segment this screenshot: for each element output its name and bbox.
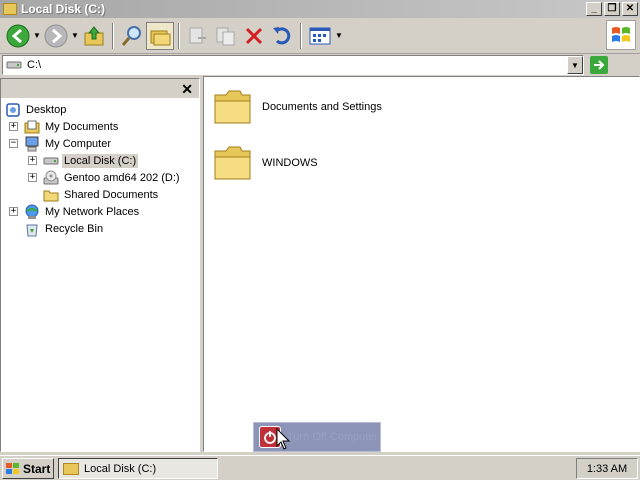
tree-item-local-disk-c[interactable]: + Local Disk (C:) [28,152,139,169]
search-icon [121,25,141,46]
folder-up-icon [84,25,104,45]
folder-label: Documents and Settings [262,101,382,113]
tree-label: My Documents [45,120,119,133]
undo-icon [273,26,291,44]
mouse-cursor-icon [276,428,290,450]
restore-button[interactable]: ❐ [604,2,620,16]
forward-button[interactable] [42,22,70,50]
up-button[interactable] [80,22,108,50]
cd-drive-icon [43,170,59,186]
my-documents-icon [24,119,40,135]
tree-label: My Computer [45,137,112,150]
folder-item-documents-and-settings[interactable]: Documents and Settings [214,89,382,125]
expand-toggle[interactable]: + [28,173,37,182]
forward-dropdown[interactable]: ▼ [70,22,80,50]
forward-arrow-icon [44,24,68,47]
system-tray: 1:33 AM [576,458,638,479]
taskbar-button-label: Local Disk (C:) [84,462,157,475]
tree-item-my-documents[interactable]: + My Documents [9,118,120,135]
turn-off-computer-button[interactable]: Turn Off Computer [253,422,381,452]
views-dropdown[interactable]: ▼ [334,22,344,50]
tree-item-recycle-bin[interactable]: Recycle Bin [24,220,105,237]
standard-toolbar: ▼ ▼ ▼ [0,18,640,54]
clock[interactable]: 1:33 AM [587,463,627,475]
back-dropdown[interactable]: ▼ [32,22,42,50]
folder-icon [43,187,59,203]
address-value: C:\ [27,59,42,71]
copy-to-button[interactable] [212,22,240,50]
tree-label: Desktop [26,103,67,116]
minimize-button[interactable]: _ [586,2,602,16]
window-title: Local Disk (C:) [21,2,106,16]
views-button[interactable] [306,22,334,50]
back-button[interactable] [4,22,32,50]
windows-logo-icon [606,20,636,50]
folders-pane-header: ✕ [1,79,199,99]
expand-toggle[interactable]: + [9,207,18,216]
taskbar: Start Local Disk (C:) 1:33 AM [0,455,640,480]
taskbar-button-local-disk[interactable]: Local Disk (C:) [58,458,218,479]
expand-toggle[interactable]: + [28,156,37,165]
delete-x-icon [245,27,263,44]
desktop-icon [5,102,21,118]
address-input[interactable]: C:\ ▼ [2,55,584,75]
folder-icon [3,3,17,15]
hard-drive-icon [6,61,22,69]
folders-icon [150,30,171,45]
tree-item-my-computer[interactable]: − My Computer [9,135,113,152]
go-arrow-icon [590,56,608,74]
undo-button[interactable] [268,22,296,50]
recycle-bin-icon [24,221,40,237]
folder-label: WINDOWS [262,157,318,169]
address-dropdown[interactable]: ▼ [567,56,583,74]
tree-label: Shared Documents [64,188,159,201]
address-bar: C:\ ▼ [0,54,640,76]
folders-pane: ✕ Desktop + My Documents − My Computer +… [0,78,200,452]
start-label: Start [23,461,51,476]
tree-label: Local Disk (C:) [62,153,139,168]
move-to-icon [189,27,206,43]
delete-button[interactable] [240,22,268,50]
close-pane-icon[interactable]: ✕ [181,81,193,98]
network-places-icon [24,204,40,220]
search-button[interactable] [118,22,146,50]
tree-item-shared-documents[interactable]: Shared Documents [43,186,160,203]
hard-drive-icon [43,153,59,169]
tree-item-gentoo-d[interactable]: + Gentoo amd64 202 (D:) [28,169,182,186]
title-bar[interactable]: Local Disk (C:) _ ❐ ✕ [0,0,640,18]
back-arrow-icon [6,24,30,47]
folder-icon [214,90,251,124]
move-to-button[interactable] [184,22,212,50]
close-button[interactable]: ✕ [622,2,638,16]
file-list-pane: Documents and Settings WINDOWS [203,76,640,452]
start-button[interactable]: Start [2,458,54,479]
tree-item-my-network-places[interactable]: + My Network Places [9,203,141,220]
folder-icon [214,146,251,180]
windows-flag-icon [6,462,19,474]
views-icon [309,27,331,44]
tree-label: My Network Places [45,205,140,218]
my-computer-icon [24,136,40,152]
go-button[interactable] [589,55,609,75]
folder-item-windows[interactable]: WINDOWS [214,145,318,181]
expand-toggle[interactable]: + [9,122,18,131]
tree-label: Recycle Bin [45,222,104,235]
tree-label: Gentoo amd64 202 (D:) [64,171,180,184]
turn-off-label: Turn Off Computer [287,431,379,443]
folder-icon [63,462,79,475]
copy-to-icon [216,27,235,45]
collapse-toggle[interactable]: − [9,139,18,148]
folders-button[interactable] [146,21,174,50]
tree-item-desktop[interactable]: Desktop [5,101,68,118]
